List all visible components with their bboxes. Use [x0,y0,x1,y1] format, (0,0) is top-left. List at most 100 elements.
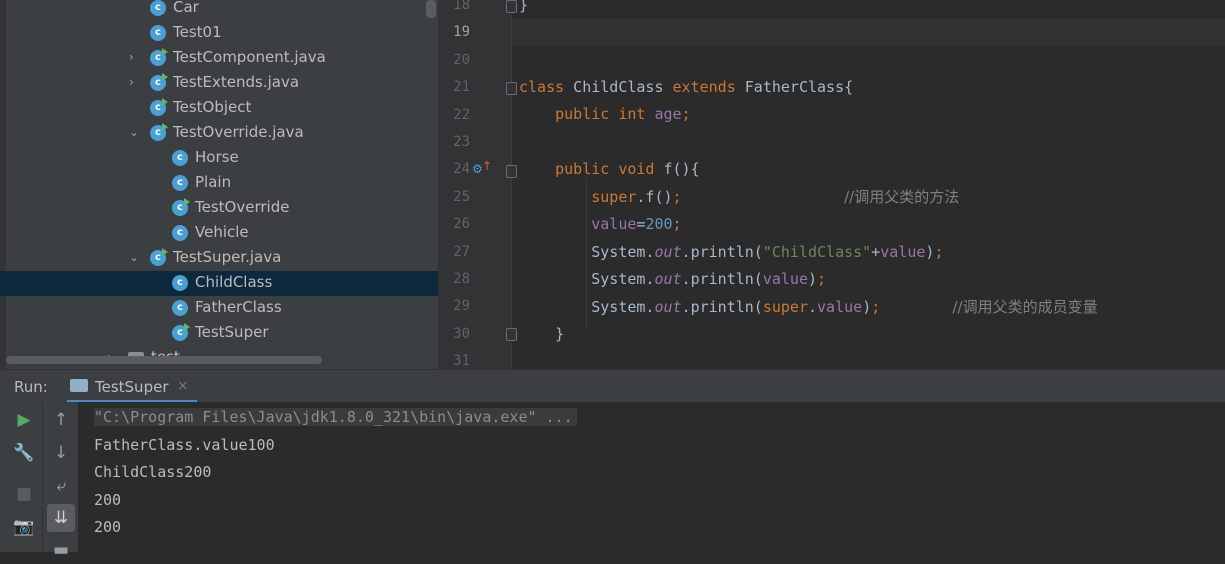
line-number: 23 [453,134,470,150]
run-toolbar-primary: ▶ 🔧 ■ 📷 [0,402,42,552]
runnable-class-icon: c [172,198,190,216]
tree-item[interactable]: c Vehicle [0,221,438,246]
tree-item[interactable]: c Test01 [0,21,438,46]
class-icon: c [150,0,166,16]
tree-item[interactable]: c TestObject [0,96,438,121]
line-number: 20 [453,51,470,68]
code-line-26: value=200; [591,215,682,233]
line-number: 21 [453,79,470,96]
fold-marker[interactable] [506,0,517,13]
tree-item-label: Horse [195,148,239,166]
soft-wrap-icon[interactable]: ⤶ [47,472,75,500]
tree-item-label: Test01 [173,23,222,41]
runnable-class-icon: c [150,98,168,116]
code-line-22: public int age; [555,105,691,123]
tree-item-label: TestObject [173,98,252,116]
console-line: ChildClass200 [94,463,212,481]
line-number: 28 [453,271,470,287]
runnable-class-icon: c [150,48,168,66]
tree-item-label: TestOverride.java [173,123,304,141]
code-editor[interactable]: 18 19 20 21 22 23 24 25 26 27 28 29 30 31 ⚙ ↑ } class… [438,0,1225,369]
rerun-icon[interactable]: ▶ [10,406,38,434]
class-icon: c [172,150,188,166]
tree-item[interactable]: c ChildClass [0,271,438,296]
line-number: 24 [453,161,470,178]
arrow-up-icon[interactable]: ↑ [47,406,75,434]
print-icon[interactable]: ▬ [47,536,75,564]
wrench-icon[interactable]: 🔧 [10,439,38,467]
run-toolbar-secondary: ↑ ↓ ⤶ ⇊ ▬ [42,402,79,560]
tree-item[interactable]: ⌄ c TestSuper.java [0,246,438,271]
code-line-29: System.out.println(super.value); //调用父类的… [591,298,1098,316]
run-config-icon [70,379,88,392]
line-number: 19 [453,24,470,41]
code-line-28: System.out.println(value); [591,270,827,288]
class-icon: c [172,275,188,291]
line-number: 22 [453,106,470,123]
code-line-30: } [555,325,565,343]
project-vertical-scrollbar[interactable] [426,0,436,18]
run-tab-label: TestSuper [95,378,169,396]
class-icon: c [150,25,166,41]
fold-marker[interactable] [506,82,517,95]
tree-item-label: TestExtends.java [173,73,300,91]
class-icon: c [172,300,188,316]
tree-item-label: FatherClass [195,298,282,316]
tree-item[interactable]: › c TestExtends.java [0,71,438,96]
tree-item[interactable]: › c TestComponent.java [0,46,438,71]
fold-marker[interactable] [506,165,517,178]
project-panel: c Car c Test01 › c TestComponent.java › c TestExt… [0,0,438,369]
console-output[interactable]: "C:\Program Files\Java\jdk1.8.0_321\bin\… [78,402,1225,552]
tree-item-label: ChildClass [195,273,273,291]
class-icon: c [172,175,188,191]
scroll-to-end-icon[interactable]: ⇊ [47,504,75,532]
chevron-right-icon[interactable]: › [129,50,134,64]
tree-item-label: TestOverride [195,198,290,216]
tree-item[interactable]: c Horse [0,146,438,171]
tree-item-label: TestSuper [195,323,269,341]
console-line: 200 [94,491,122,509]
project-horizontal-scrollbar[interactable] [6,356,322,364]
line-number: 30 [453,325,470,342]
code-line-27: System.out.println("ChildClass"+value); [591,243,944,261]
tree-item[interactable]: c Plain [0,171,438,196]
line-number: 25 [453,188,470,205]
tree-item-label: Vehicle [195,223,249,241]
chevron-down-icon[interactable]: ⌄ [129,250,139,264]
line-number: 26 [453,216,470,233]
close-icon[interactable]: × [177,378,189,394]
fold-marker[interactable] [506,328,517,341]
line-number: 31 [453,353,470,369]
run-tab-testsuper[interactable]: TestSuper × [67,370,197,403]
console-line: FatherClass.value100 [94,436,275,454]
tree-item-label: Car [173,0,199,16]
runnable-class-icon: c [150,73,168,91]
tree-item-label: Plain [195,173,232,191]
line-number: 27 [453,243,470,260]
override-arrow-icon[interactable]: ↑ [482,159,492,173]
runnable-class-icon: c [150,248,168,266]
run-panel-header: Run: TestSuper × [0,369,1225,403]
tree-item-label: TestSuper.java [173,248,282,266]
camera-icon[interactable]: 📷 [10,513,38,541]
code-line-21: class ChildClass extends FatherClass{ [519,78,854,96]
run-panel-label: Run: [14,378,48,396]
code-line-18: } [519,0,529,14]
tree-item[interactable]: c Car [0,0,438,21]
runnable-class-icon: c [150,123,168,141]
gutter-divider [511,0,512,369]
class-icon: c [172,225,188,241]
stop-icon[interactable]: ■ [10,480,38,508]
runnable-class-icon: c [172,323,190,341]
chevron-right-icon[interactable]: › [129,75,134,89]
tree-item-label: TestComponent.java [173,48,326,66]
tree-item[interactable]: ⌄ c TestOverride.java [0,121,438,146]
tree-item[interactable]: c TestOverride [0,196,438,221]
tree-item[interactable]: c TestSuper [0,321,438,346]
code-line-25: super.f(); //调用父类的方法 [591,188,960,206]
tree-item[interactable]: c FatherClass [0,296,438,321]
chevron-down-icon[interactable]: ⌄ [129,125,139,139]
line-number: 18 [453,0,470,13]
arrow-down-icon[interactable]: ↓ [47,439,75,467]
console-line: 200 [94,518,122,536]
